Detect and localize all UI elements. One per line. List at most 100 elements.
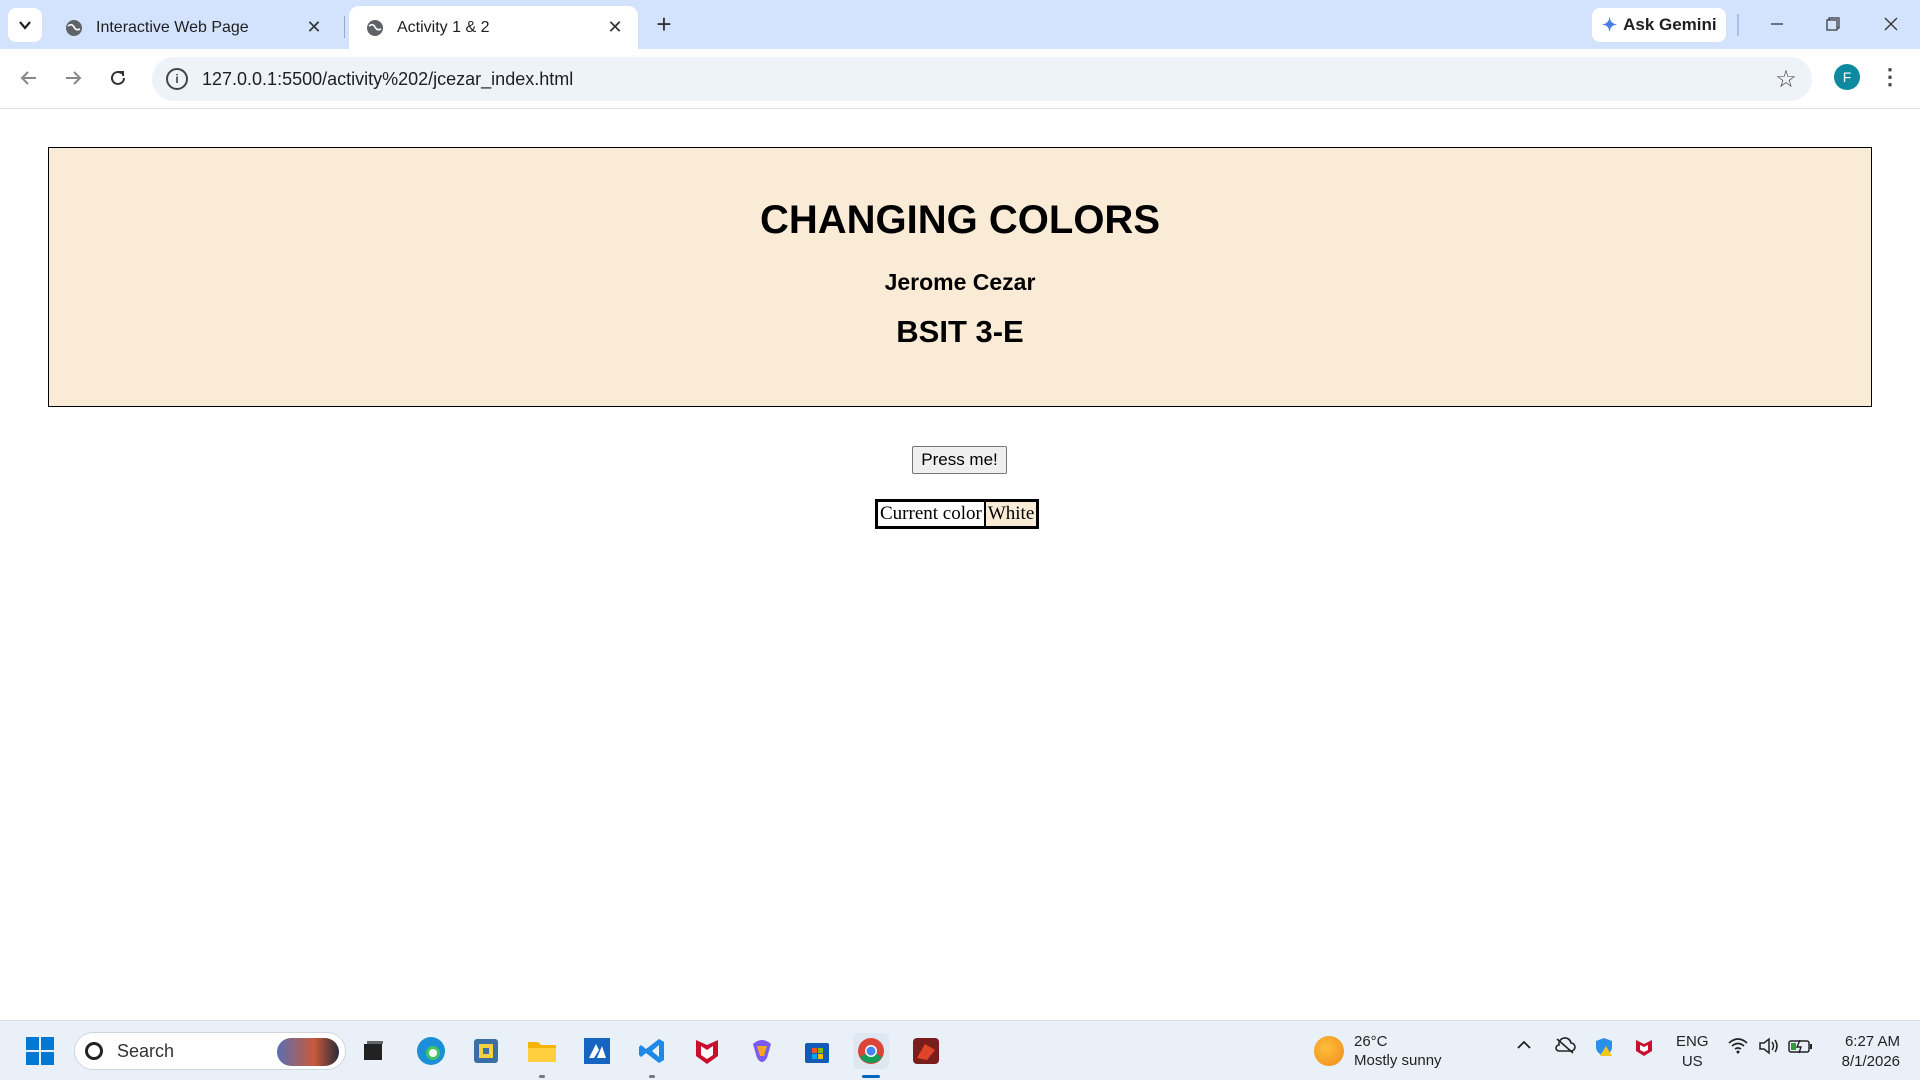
weather-temp: 26°C <box>1354 1033 1388 1050</box>
address-bar[interactable]: i 127.0.0.1:5500/activity%202/jcezar_ind… <box>152 57 1812 101</box>
store-icon <box>805 1043 829 1063</box>
search-icon <box>85 1042 103 1060</box>
mcafee-button[interactable] <box>689 1033 725 1069</box>
folder-icon <box>528 1042 556 1062</box>
globe-icon <box>66 19 82 36</box>
lang-region: US <box>1681 1053 1703 1070</box>
speaker-icon <box>1759 1037 1778 1055</box>
cloud-off-icon <box>1555 1037 1576 1054</box>
partly-sunny-icon <box>1314 1036 1344 1066</box>
page-viewport: CHANGING COLORS Jerome Cezar BSIT 3-E Pr… <box>0 110 1920 1020</box>
restore-button[interactable] <box>1810 8 1856 40</box>
tab-interactive-web-page[interactable]: Interactive Web Page ✕ <box>48 6 337 49</box>
reload-icon <box>111 70 125 85</box>
taskbar-search[interactable]: Search <box>74 1032 346 1070</box>
tab-title: Interactive Web Page <box>96 18 249 36</box>
bookmark-star-icon[interactable]: ☆ <box>1766 65 1806 94</box>
running-indicator <box>539 1075 545 1078</box>
azure-app-button[interactable] <box>579 1033 615 1069</box>
browser-toolbar: i 127.0.0.1:5500/activity%202/jcezar_ind… <box>0 49 1920 109</box>
minimize-button[interactable] <box>1754 8 1800 40</box>
current-color-table: Current color White <box>875 499 1040 529</box>
taskbar: Search 26°C Mostly sunny ENG US 6:27 AM … <box>0 1020 1920 1080</box>
close-tab-icon[interactable]: ✕ <box>303 17 325 39</box>
vscode-icon <box>639 1039 664 1063</box>
menu-kebab-icon[interactable]: ⋮ <box>1879 61 1901 93</box>
battery-tray[interactable] <box>1788 1037 1814 1060</box>
mcafee-icon <box>696 1040 718 1064</box>
clock-date: 8/1/2026 <box>1841 1053 1900 1070</box>
task-view-button[interactable] <box>355 1033 391 1069</box>
close-tab-icon[interactable]: ✕ <box>604 17 626 39</box>
chevron-down-icon <box>19 21 31 30</box>
language-indicator[interactable]: ENG US <box>1676 1032 1709 1072</box>
site-info-icon[interactable]: i <box>166 68 188 90</box>
weather-text: 26°C Mostly sunny <box>1354 1032 1442 1070</box>
url-text[interactable]: 127.0.0.1:5500/activity%202/jcezar_index… <box>202 69 1766 90</box>
restore-icon <box>1826 17 1840 31</box>
chevron-up-icon <box>1517 1040 1531 1049</box>
tab-search-button[interactable] <box>8 8 42 42</box>
tab-activity-1-2[interactable]: Activity 1 & 2 ✕ <box>349 6 638 49</box>
chrome-icon <box>858 1038 884 1064</box>
onedrive-tray[interactable] <box>1554 1037 1576 1060</box>
search-highlight-image <box>277 1038 339 1066</box>
header-box: CHANGING COLORS Jerome Cezar BSIT 3-E <box>48 147 1872 407</box>
author-name: Jerome Cezar <box>884 269 1036 295</box>
tab-title: Activity 1 & 2 <box>397 18 490 36</box>
edge-button[interactable] <box>413 1033 449 1069</box>
divider <box>1737 14 1739 36</box>
shield-warning-icon <box>1596 1038 1612 1056</box>
windows-logo-icon <box>26 1037 54 1065</box>
game-app-button[interactable] <box>908 1033 944 1069</box>
battery-charging-icon <box>1788 1039 1812 1054</box>
press-me-button[interactable]: Press me! <box>912 446 1007 474</box>
weather-widget[interactable]: 26°C Mostly sunny <box>1314 1032 1442 1070</box>
azure-icon <box>584 1038 610 1064</box>
clock-time: 6:27 AM <box>1844 1033 1900 1050</box>
search-label: Search <box>117 1040 175 1061</box>
start-button[interactable] <box>22 1033 58 1069</box>
lang-primary: ENG <box>1676 1033 1709 1050</box>
profile-avatar[interactable]: F <box>1834 64 1860 90</box>
forward-button[interactable] <box>56 61 90 95</box>
gemini-sparkle-icon: ✦ <box>1602 14 1618 35</box>
volume-tray[interactable] <box>1758 1037 1780 1060</box>
python-icon <box>474 1039 498 1063</box>
file-explorer-button[interactable] <box>524 1033 560 1069</box>
edge-icon <box>417 1037 445 1065</box>
vscode-button[interactable] <box>634 1033 670 1069</box>
current-color-value: White <box>984 501 1038 527</box>
chrome-button[interactable] <box>853 1033 889 1069</box>
python-app-button[interactable] <box>468 1033 504 1069</box>
new-tab-button[interactable]: + <box>650 9 678 39</box>
mcafee-icon <box>1636 1040 1652 1056</box>
game-icon <box>913 1038 939 1064</box>
close-icon <box>1884 17 1898 31</box>
store-button[interactable] <box>799 1033 835 1069</box>
ask-gemini-label: Ask Gemini <box>1623 15 1717 34</box>
tab-separator <box>344 16 345 38</box>
copilot-button[interactable] <box>744 1033 780 1069</box>
active-app-indicator <box>862 1075 880 1078</box>
reload-button[interactable] <box>101 61 135 95</box>
weather-desc: Mostly sunny <box>1354 1052 1442 1069</box>
back-button[interactable] <box>12 61 46 95</box>
globe-icon <box>367 19 383 36</box>
clock[interactable]: 6:27 AM 8/1/2026 <box>1834 1032 1900 1072</box>
table-row: Current color White <box>877 501 1038 527</box>
current-color-label: Current color <box>877 501 985 527</box>
mcafee-tray[interactable] <box>1634 1037 1654 1062</box>
arrow-right-icon <box>66 71 82 85</box>
minimize-icon <box>1771 23 1783 25</box>
running-indicator <box>649 1075 655 1078</box>
ask-gemini-button[interactable]: ✦ Ask Gemini <box>1592 8 1726 42</box>
wifi-tray[interactable] <box>1728 1037 1748 1060</box>
arrow-left-icon <box>20 71 36 85</box>
show-hidden-icons-button[interactable] <box>1516 1037 1532 1058</box>
security-tray[interactable] <box>1594 1037 1614 1062</box>
page-heading: CHANGING COLORS <box>760 198 1160 242</box>
task-view-icon <box>364 1041 383 1060</box>
tab-strip: Interactive Web Page ✕ Activity 1 & 2 ✕ … <box>0 0 1920 49</box>
close-window-button[interactable] <box>1868 8 1914 40</box>
